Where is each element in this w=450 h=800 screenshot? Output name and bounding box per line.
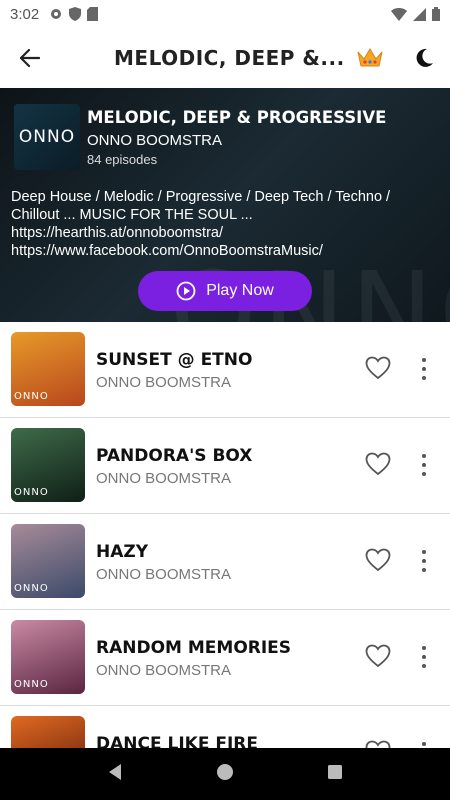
heart-icon [365,548,391,572]
dot-icon [422,742,426,746]
heart-icon [365,740,391,748]
dark-mode-toggle[interactable] [408,42,440,74]
app-bar: MELODIC, DEEP &... [0,28,450,88]
episode-list: ONNO SUNSET @ ETNO ONNO BOOMSTRA ONNO PA… [0,322,450,748]
dot-icon [422,454,426,458]
more-options-button[interactable] [418,550,430,572]
episode-artist: ONNO BOOMSTRA [96,566,232,583]
arrow-left-icon [20,49,40,67]
battery-icon [432,7,440,21]
back-button[interactable] [0,28,60,88]
shield-icon [69,7,82,21]
status-time: 3:02 [10,5,40,23]
nav-home-button[interactable] [216,763,234,786]
podcast-header: ONNO ONNO MELODIC, DEEP & PROGRESSIVE ON… [0,88,450,322]
thumbnail-brand: ONNO [14,679,49,690]
favorite-button[interactable] [365,548,391,572]
dot-icon [422,463,426,467]
dot-icon [422,664,426,668]
episode-title: SUNSET @ ETNO [96,350,253,370]
wifi-icon [391,7,407,21]
episode-thumbnail: ONNO [11,524,85,598]
crown-icon [357,48,383,67]
circle-home-icon [216,763,233,780]
favorite-button[interactable] [365,356,391,380]
triangle-back-icon [108,763,121,780]
episode-title: DANCE LIKE FIRE [96,734,259,748]
square-recents-icon [328,764,343,779]
episode-item[interactable]: ONNO HAZY ONNO BOOMSTRA [0,514,450,610]
play-now-label: Play Now [206,282,274,299]
heart-icon [365,644,391,668]
favorite-button[interactable] [365,644,391,668]
episode-artist: ONNO BOOMSTRA [96,470,232,487]
system-nav-bar [0,748,450,800]
thumbnail-brand: ONNO [14,487,49,498]
thumbnail-brand: ONNO [14,583,49,594]
episode-title: HAZY [96,542,149,562]
podcast-artist: ONNO BOOMSTRA [87,132,223,149]
dot-icon [422,376,426,380]
dot-icon [422,472,426,476]
signal-icon [413,7,426,21]
more-options-button[interactable] [418,646,430,668]
status-bar: 3:02 [0,0,450,28]
dot-icon [422,655,426,659]
nav-back-button[interactable] [107,763,123,786]
episode-item[interactable]: ONNO SUNSET @ ETNO ONNO BOOMSTRA [0,322,450,418]
dot-icon [422,358,426,362]
sd-card-icon [87,7,99,21]
play-circle-icon [176,281,196,301]
dot-icon [422,367,426,371]
episode-thumbnail: ONNO [11,332,85,406]
page-title: MELODIC, DEEP &... [114,46,345,70]
podcast-description: Deep House / Melodic / Progressive / Dee… [11,189,391,259]
dot-icon [422,568,426,572]
episode-title: PANDORA'S BOX [96,446,253,466]
dot-icon [422,559,426,563]
episode-count: 84 episodes [87,152,158,167]
episode-artist: ONNO BOOMSTRA [96,662,232,679]
episode-item[interactable]: ONNO RANDOM MEMORIES ONNO BOOMSTRA [0,610,450,706]
heart-icon [365,452,391,476]
podcast-cover: ONNO [14,104,80,170]
episode-thumbnail: ONNO [11,620,85,694]
premium-button[interactable] [354,42,386,74]
thumbnail-brand: ONNO [14,391,49,402]
episode-thumbnail: ONNO [11,428,85,502]
settings-icon [51,9,62,19]
episode-item[interactable]: ONNO DANCE LIKE FIRE ONNO BOOMSTRA [0,706,450,748]
episode-title: RANDOM MEMORIES [96,638,292,658]
favorite-button[interactable] [365,740,391,748]
episode-item[interactable]: ONNO PANDORA'S BOX ONNO BOOMSTRA [0,418,450,514]
heart-icon [365,356,391,380]
dot-icon [422,550,426,554]
favorite-button[interactable] [365,452,391,476]
nav-recents-button[interactable] [327,764,343,785]
more-options-button[interactable] [418,454,430,476]
moon-icon [416,48,433,67]
episode-artist: ONNO BOOMSTRA [96,374,232,391]
episode-thumbnail: ONNO [11,716,85,748]
play-now-button[interactable]: Play Now [138,271,312,311]
dot-icon [422,646,426,650]
more-options-button[interactable] [418,358,430,380]
podcast-title: MELODIC, DEEP & PROGRESSIVE [87,108,387,127]
